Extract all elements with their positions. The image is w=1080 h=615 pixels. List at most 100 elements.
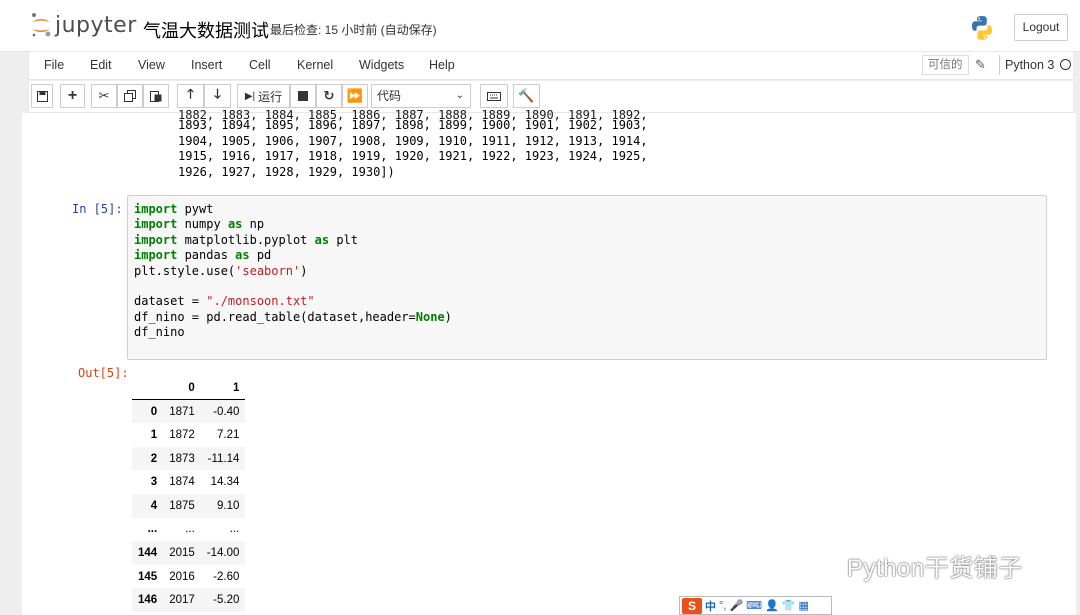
table-cell: 9.10 [217, 499, 240, 512]
row-index: 145 [138, 570, 158, 583]
interrupt-kernel-button[interactable] [290, 84, 316, 108]
code-token: df_nino = pd.read_table(dataset,header= [134, 309, 416, 324]
plus-icon: + [67, 87, 78, 104]
copy-button[interactable] [117, 84, 143, 108]
notebook-name[interactable]: 气温大数据测试 [143, 17, 269, 43]
ime-punctuation-mode[interactable]: °, [719, 600, 726, 612]
wechat-icon [795, 549, 840, 581]
notebook-container[interactable]: 1882, 1883, 1884, 1885, 1886, 1887, 1888… [22, 108, 1076, 615]
menu-file[interactable]: File [44, 58, 64, 72]
output-prompt: Out[5]: [78, 366, 129, 380]
notebook-header: jupyter 气温大数据测试 最后检查: 15 小时前 (自动保存) Logo… [0, 0, 1080, 52]
previous-output-line: 1915, 1916, 1917, 1918, 1919, 1920, 1921… [178, 149, 648, 163]
fast-forward-icon: ⏩ [346, 88, 364, 103]
jupyter-logo[interactable]: jupyter [30, 12, 137, 38]
menu-insert[interactable]: Insert [191, 58, 222, 72]
table-cell: -2.60 [213, 570, 240, 583]
table-cell: ... [229, 523, 240, 536]
restart-run-all-button[interactable]: ⏩ [342, 84, 368, 108]
previous-output-line: 1904, 1905, 1906, 1907, 1908, 1909, 1910… [178, 133, 648, 148]
insert-cell-button[interactable]: + [60, 84, 85, 108]
row-index: 146 [138, 594, 158, 607]
previous-output-line: 1926, 1927, 1928, 1929, 1930]) [178, 164, 395, 179]
menu-kernel[interactable]: Kernel [297, 58, 333, 72]
arrow-up-icon: 🡑 [187, 86, 194, 101]
table-cell: -11.14 [207, 452, 240, 465]
scissors-icon: ✂ [98, 88, 110, 103]
kernel-name[interactable]: Python 3 [999, 55, 1054, 75]
table-cell: 1874 [169, 476, 195, 489]
table-cell: ... [185, 523, 195, 536]
table-row: 144 2015 -14.00 [132, 541, 246, 565]
code-token: plt [329, 232, 358, 247]
column-header: 0 [163, 376, 201, 401]
table-row: 145 2016 -2.60 [132, 565, 245, 589]
code-token: ) [300, 263, 308, 278]
shirt-skin-icon[interactable]: 👕 [782, 599, 796, 612]
ime-chinese-mode[interactable]: 中 [705, 598, 716, 614]
table-cell: 1875 [169, 499, 195, 512]
grid-menu-icon[interactable]: ▦ [798, 599, 808, 612]
table-cell: 2016 [169, 570, 195, 583]
table-header-row: 0 1 [132, 376, 246, 401]
code-token: ) [444, 309, 452, 324]
table-cell: 1873 [169, 452, 195, 465]
code-token: np [242, 217, 265, 232]
menu-view[interactable]: View [138, 58, 165, 72]
column-header [132, 376, 164, 401]
dataframe-output-table: 0 1 0 1871 -0.40 1 1872 7.21 2 1873 -11.14 3 18… [132, 376, 246, 612]
table-cell: 1872 [169, 428, 195, 441]
checkpoint-status: 最后检查: 15 小时前 (自动保存) [270, 23, 437, 37]
code-token: df_nino [134, 325, 185, 340]
move-cell-up-button[interactable]: 🡑 [177, 84, 204, 108]
table-cell: -14.00 [206, 546, 240, 559]
trusted-indicator[interactable]: 可信的 [922, 55, 969, 75]
run-button-label: 运行 [258, 89, 283, 104]
copy-icon [124, 90, 136, 102]
keyboard-icon[interactable]: ⌨ [746, 599, 762, 612]
menubar: File Edit View Insert Cell Kernel Widget… [28, 52, 1074, 80]
code-token: pandas [177, 248, 236, 263]
user-icon[interactable]: 👤 [765, 599, 779, 612]
menu-edit[interactable]: Edit [90, 58, 112, 72]
cut-button[interactable]: ✂ [91, 84, 117, 108]
table-row: 0 1871 -0.40 [132, 399, 246, 424]
edit-mode-pencil-icon: ✎ [975, 57, 986, 72]
table-row: 4 1875 9.10 [132, 493, 246, 518]
code-token: as [227, 217, 243, 232]
menu-cell[interactable]: Cell [249, 58, 271, 72]
sogou-ime-icon[interactable]: S [682, 597, 702, 614]
restart-kernel-button[interactable]: ↻ [316, 84, 342, 108]
row-index: 4 [150, 499, 158, 512]
table-cell: 2017 [169, 594, 195, 607]
menu-widgets[interactable]: Widgets [359, 58, 404, 72]
wechat-watermark: Python干货铺子 [795, 548, 1023, 583]
celltoolbar-button[interactable]: 🔨 [513, 84, 540, 108]
save-button[interactable] [31, 84, 53, 108]
microphone-icon[interactable]: 🎤 [729, 599, 743, 612]
column-header: 1 [200, 376, 246, 401]
table-cell: -0.40 [213, 405, 240, 418]
code-token: matplotlib.pyplot [177, 232, 315, 247]
row-index: 3 [150, 476, 158, 489]
code-cell-input[interactable]: import pywt import numpy as np import ma… [127, 195, 1047, 360]
command-palette-button[interactable] [480, 84, 508, 108]
input-prompt: In [5]: [72, 202, 123, 216]
code-editor[interactable]: import pywt import numpy as np import ma… [134, 202, 452, 341]
logout-button[interactable]: Logout [1014, 14, 1068, 41]
previous-output-line: 1893, 1894, 1895, 1896, 1897, 1898, 1899… [178, 118, 648, 132]
paste-button[interactable] [143, 84, 169, 108]
code-token: "./monsoon.txt" [206, 294, 315, 309]
table-cell: -5.20 [213, 594, 240, 607]
wrench-icon: 🔨 [518, 88, 535, 103]
code-token: as [235, 248, 250, 263]
cell-type-select[interactable]: 代码 ⌄ [371, 84, 471, 108]
move-cell-down-button[interactable]: 🡓 [204, 84, 231, 108]
ime-toolbar[interactable]: S 中 °, 🎤 ⌨ 👤 👕 ▦ [679, 596, 832, 615]
redo-icon: ↻ [323, 88, 335, 103]
menu-help[interactable]: Help [429, 58, 455, 72]
code-token: plt.style.use( [134, 263, 236, 278]
jupyter-wordmark: jupyter [55, 12, 137, 38]
run-cell-button[interactable]: ▶| 运行 [237, 84, 290, 108]
code-token: None [415, 309, 445, 324]
